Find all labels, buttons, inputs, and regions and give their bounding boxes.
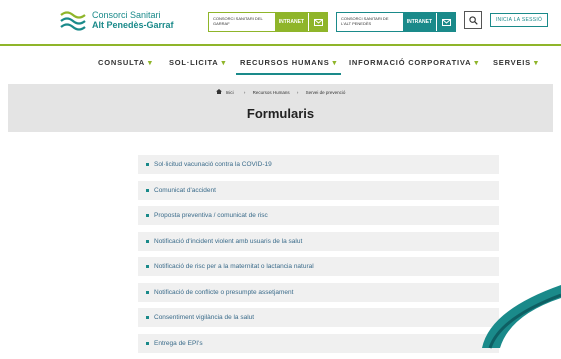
form-link[interactable]: Notificació de risc per a la maternitat …	[138, 257, 499, 276]
breadcrumb: Inici › Recursos Humans › Servei de prev…	[8, 89, 553, 95]
mail-icon[interactable]	[436, 13, 455, 31]
main-nav: CONSULTA ▾ SOL·LICITA ▾ RECURSOS HUMANS ▾ I…	[0, 54, 561, 75]
header-divider	[0, 44, 561, 46]
page-banner: Inici › Recursos Humans › Servei de prev…	[8, 84, 553, 132]
breadcrumb-home[interactable]: Inici	[215, 89, 237, 95]
mail-icon[interactable]	[308, 13, 327, 31]
bullet-icon	[146, 239, 149, 243]
form-link-label: Entrega de EPI's	[154, 339, 203, 347]
breadcrumb-home-label: Inici	[225, 89, 234, 95]
nav-item-informacio-corporativa[interactable]: INFORMACIÓ CORPORATIVA ▾	[349, 58, 479, 67]
form-link[interactable]: Sol·licitud vacunació contra la COVID-19	[138, 155, 499, 174]
form-link[interactable]: Consentiment vigilància de la salut	[138, 308, 499, 327]
breadcrumb-separator: ›	[243, 89, 246, 95]
decorative-wave-graphic	[482, 285, 561, 349]
form-link-label: Sol·licitud vacunació contra la COVID-19	[154, 161, 272, 168]
intranet-penedes-name: CONSORCI SANITARI DE L'ALT PENEDÈS	[337, 13, 403, 31]
intranet-garraf-name: CONSORCI SANITARI DEL GARRAF	[209, 13, 275, 31]
form-link[interactable]: Entrega de EPI's	[138, 333, 499, 353]
bullet-icon	[146, 163, 149, 166]
form-link-label: Notificació de conflicte o presumpte ass…	[154, 288, 294, 296]
logo-line-2: Alt Penedès-Garraf	[92, 20, 174, 30]
intranet-penedes-tag: INTRANET	[402, 13, 436, 31]
logo-line-1: Consorci Sanitari	[92, 10, 161, 20]
chevron-down-icon: ▾	[474, 58, 479, 67]
form-link-label: Consentiment vigilància de la salut	[154, 314, 255, 321]
nav-item-serveis[interactable]: SERVEIS ▾	[493, 58, 539, 67]
login-button[interactable]: INICIA LA SESSIÓ	[490, 13, 548, 27]
form-link-label: Comunicat d'accident	[154, 186, 216, 194]
intranet-garraf-tag: INTRANET	[274, 13, 308, 31]
nav-label: SERVEIS	[493, 58, 531, 67]
breadcrumb-recursos-humans[interactable]: Recursos Humans	[253, 90, 290, 95]
logo-waves-icon	[60, 11, 86, 31]
form-link[interactable]: Notificació de conflicte o presumpte ass…	[138, 282, 499, 302]
bullet-icon	[146, 265, 149, 268]
intranet-penedes-button[interactable]: CONSORCI SANITARI DE L'ALT PENEDÈS INTRA…	[336, 12, 456, 32]
form-link-label: Notificació d'incident violent amb usuar…	[154, 237, 303, 245]
nav-label: SOL·LICITA	[169, 58, 219, 67]
form-link[interactable]: Notificació d'incident violent amb usuar…	[138, 231, 499, 251]
bullet-icon	[146, 188, 149, 192]
form-link-label: Proposta preventiva / comunicat de risc	[154, 212, 268, 219]
chevron-down-icon: ▾	[147, 58, 153, 67]
nav-label: RECURSOS HUMANS	[240, 58, 330, 67]
bullet-icon	[146, 316, 149, 319]
form-link-label: Notificació de risc per a la maternitat …	[154, 263, 314, 270]
chevron-down-icon: ▾	[332, 58, 338, 67]
forms-list: Sol·licitud vacunació contra la COVID-19…	[138, 155, 499, 359]
home-icon	[215, 89, 222, 94]
search-button[interactable]	[464, 11, 482, 29]
chevron-down-icon: ▾	[533, 58, 539, 67]
site-logo[interactable]: Consorci Sanitari Alt Penedès-Garraf	[60, 8, 180, 36]
site-header: Consorci Sanitari Alt Penedès-Garraf CON…	[0, 0, 561, 44]
nav-label: CONSULTA	[98, 58, 145, 67]
form-link[interactable]: Proposta preventiva / comunicat de risc	[138, 206, 499, 225]
nav-label: INFORMACIÓ CORPORATIVA	[349, 58, 472, 67]
bullet-icon	[146, 341, 149, 345]
search-icon	[468, 15, 478, 25]
intranet-garraf-button[interactable]: CONSORCI SANITARI DEL GARRAF INTRANET	[208, 12, 328, 32]
breadcrumb-separator: ›	[296, 89, 299, 95]
nav-item-recursos-humans[interactable]: RECURSOS HUMANS ▾	[235, 58, 342, 75]
page-title: Formularis	[246, 106, 315, 121]
breadcrumb-current: Servei de prevenció	[305, 89, 346, 95]
form-link[interactable]: Comunicat d'accident	[138, 180, 499, 200]
bullet-icon	[146, 214, 149, 217]
nav-item-consulta[interactable]: CONSULTA ▾	[98, 58, 153, 67]
nav-item-sol-licita[interactable]: SOL·LICITA ▾	[169, 58, 226, 67]
bullet-icon	[146, 290, 149, 294]
chevron-down-icon: ▾	[221, 58, 227, 67]
